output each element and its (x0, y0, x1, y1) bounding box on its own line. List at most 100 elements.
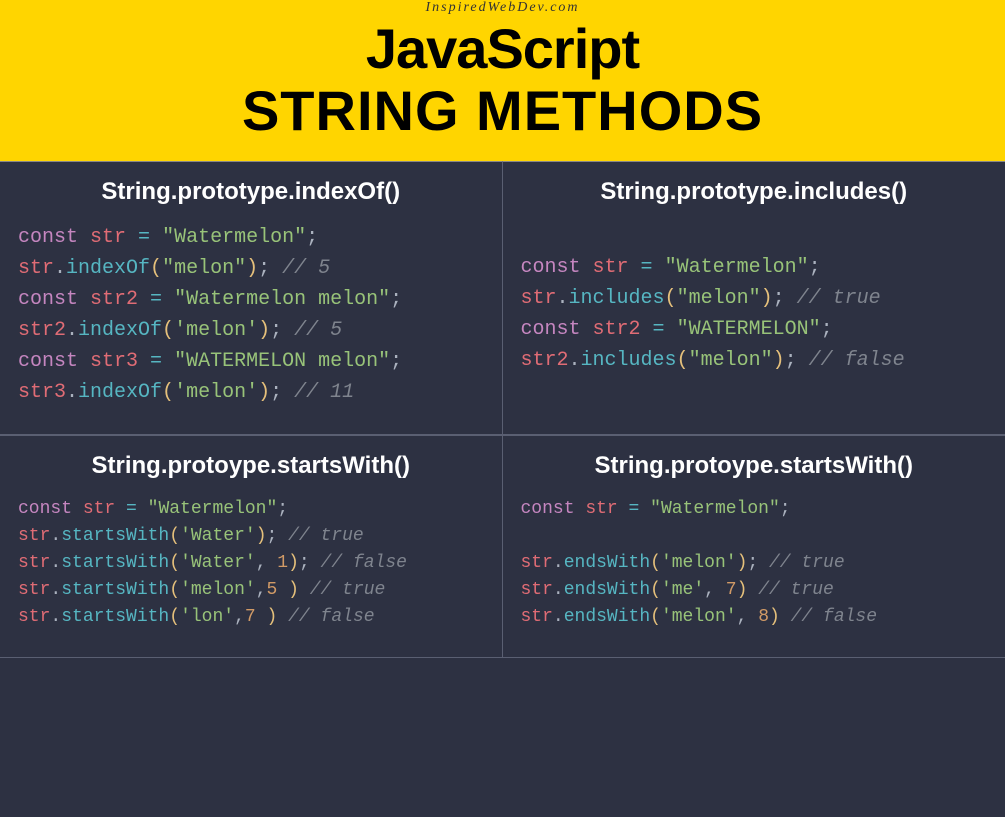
code-token-punc: ; (258, 257, 270, 280)
code-token-punc (639, 499, 650, 519)
code-token-par: ( (162, 319, 174, 342)
code-token-str: 'melon' (661, 607, 737, 627)
code-token-par: ( (665, 287, 677, 310)
code-token-varred: str (585, 499, 617, 519)
code-token-num: 1 (277, 553, 288, 573)
code-token-varred: str (521, 553, 553, 573)
code-token-punc: , (234, 607, 245, 627)
code-token-str: "WATERMELON melon" (174, 350, 390, 373)
code-token-punc (138, 288, 150, 311)
code-token-cmt: // false (797, 349, 905, 372)
code-token-kw: const (521, 318, 593, 341)
code-token-str: "melon" (677, 287, 761, 310)
code-token-str: "melon" (689, 349, 773, 372)
code-token-punc: . (66, 381, 78, 404)
code-token-punc: ; (821, 318, 833, 341)
code-token-varred: str2 (18, 319, 66, 342)
code-token-fn: includes (581, 349, 677, 372)
code-token-par: ) (288, 580, 299, 600)
code-token-punc: ; (785, 349, 797, 372)
code-token-num: 5 (267, 580, 278, 600)
code-token-op: = (150, 350, 162, 373)
code-token-str: "WATERMELON" (677, 318, 821, 341)
code-token-num: 7 (245, 607, 256, 627)
code-token-fn: startsWith (61, 553, 169, 573)
code-token-op: = (641, 256, 653, 279)
code-token-punc: ; (299, 553, 310, 573)
code-token-punc: ; (267, 526, 278, 546)
code-token-punc: ; (390, 350, 402, 373)
code-token-punc: . (557, 287, 569, 310)
code-token-punc: . (54, 257, 66, 280)
code-block: const str = "Watermelon";str.endsWith('m… (521, 496, 988, 631)
code-token-str: 'melon' (174, 319, 258, 342)
code-token-op: = (150, 288, 162, 311)
code-block: const str = "Watermelon";str.indexOf("me… (18, 222, 484, 408)
code-token-varred: str (18, 607, 50, 627)
cell-indexof: String.prototype.indexOf() const str = "… (0, 161, 503, 435)
code-token-varred: str3 (90, 350, 138, 373)
code-token-cmt: // true (299, 580, 385, 600)
code-token-par: ( (650, 607, 661, 627)
code-token-punc: . (50, 580, 61, 600)
code-token-par: ) (773, 349, 785, 372)
code-token-str: 'me' (661, 580, 704, 600)
cell-title: String.prototype.includes() (521, 178, 988, 206)
code-token-punc: . (569, 349, 581, 372)
code-token-punc (665, 318, 677, 341)
code-token-varred: str (83, 499, 115, 519)
code-token-punc: ; (270, 381, 282, 404)
cell-title: String.prototype.indexOf() (18, 178, 484, 206)
code-token-varred: str (18, 526, 50, 546)
code-token-punc (618, 499, 629, 519)
code-token-punc (138, 350, 150, 373)
code-token-op: = (138, 226, 150, 249)
code-token-varred: str (521, 580, 553, 600)
code-token-punc: . (553, 553, 564, 573)
code-token-op: = (126, 499, 137, 519)
code-token-cmt: // false (780, 607, 877, 627)
code-token-punc (162, 350, 174, 373)
code-token-num: 8 (758, 607, 769, 627)
code-token-par: ( (169, 553, 180, 573)
code-token-cmt: // true (277, 526, 363, 546)
code-token-punc (641, 318, 653, 341)
code-token-punc: . (50, 553, 61, 573)
code-token-op: = (629, 499, 640, 519)
code-token-num: 7 (726, 580, 737, 600)
code-token-kw: const (18, 350, 90, 373)
code-token-cmt: // false (310, 553, 407, 573)
code-token-punc (115, 499, 126, 519)
code-token-punc: ; (780, 499, 791, 519)
code-token-punc: . (50, 526, 61, 546)
code-token-punc (629, 256, 641, 279)
code-token-punc: . (553, 607, 564, 627)
code-token-cmt: // 5 (282, 319, 342, 342)
code-token-op: = (653, 318, 665, 341)
code-token-kw: const (18, 288, 90, 311)
code-token-punc: , (704, 580, 726, 600)
code-token-varred: str (593, 256, 629, 279)
code-token-punc (162, 288, 174, 311)
code-token-par: ( (162, 381, 174, 404)
page-title-line1: JavaScript (0, 20, 1005, 79)
code-token-str: 'Water' (180, 553, 256, 573)
code-token-fn: endsWith (564, 580, 650, 600)
code-token-varred: str2 (90, 288, 138, 311)
code-token-punc (256, 607, 267, 627)
code-token-str: 'melon' (174, 381, 258, 404)
cell-endswith: String.protoype.startsWith() const str =… (503, 435, 1005, 658)
cell-startswith: String.protoype.startsWith() const str =… (0, 435, 503, 658)
code-token-varred: str2 (593, 318, 641, 341)
code-token-par: ) (267, 607, 278, 627)
code-token-fn: indexOf (78, 319, 162, 342)
code-token-fn: indexOf (66, 257, 150, 280)
code-token-fn: startsWith (61, 607, 169, 627)
code-token-str: "Watermelon" (162, 226, 306, 249)
code-token-varred: str (18, 580, 50, 600)
code-token-varred: str (521, 607, 553, 627)
code-token-punc: ; (277, 499, 288, 519)
code-token-fn: indexOf (78, 381, 162, 404)
code-token-str: "Watermelon" (148, 499, 278, 519)
code-token-punc: ; (809, 256, 821, 279)
